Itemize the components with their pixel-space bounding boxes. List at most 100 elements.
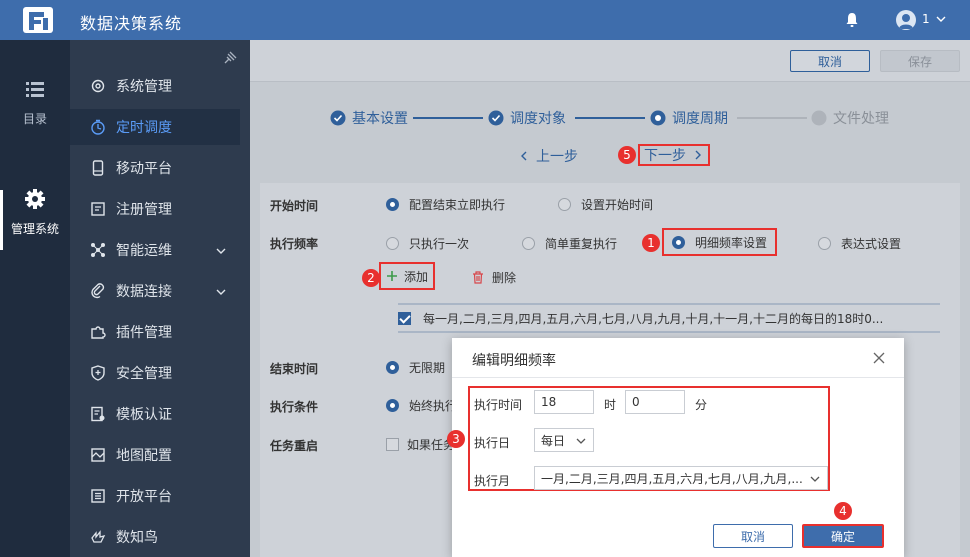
sidebar-item-open-platform[interactable]: 开放平台 — [70, 478, 240, 514]
checkbox-unchecked[interactable] — [386, 438, 399, 451]
exec-day-label: 执行日 — [474, 436, 511, 450]
annotation-badge-1: 1 — [642, 234, 660, 252]
toolbar: 取消 保存 — [250, 40, 970, 82]
restart-checkbox[interactable]: 如果任务 — [386, 436, 455, 453]
dialog-cancel-button[interactable]: 取消 — [713, 524, 793, 548]
radio-unchecked[interactable] — [386, 237, 399, 250]
rail-item-label: 目录 — [22, 112, 47, 126]
chevron-left-icon — [521, 151, 527, 161]
timer-icon — [91, 119, 105, 135]
rail-item-admin[interactable]: 管理系统 — [0, 188, 70, 237]
step-label: 调度对象 — [510, 111, 566, 127]
start-custom-radio[interactable]: 设置开始时间 — [558, 196, 653, 213]
mobile-icon — [92, 160, 104, 176]
step-period[interactable]: 调度周期 — [650, 108, 728, 128]
rule-checkbox[interactable] — [398, 311, 411, 325]
top-bar: 数据决策系统 1 — [0, 0, 970, 40]
sidebar-item-data-connection[interactable]: 数据连接 — [70, 273, 240, 309]
plus-icon — [387, 271, 397, 281]
day-select[interactable]: 每日 — [534, 428, 594, 452]
settings-icon — [91, 79, 105, 93]
sidebar-item-template[interactable]: 模板认证 — [70, 396, 240, 432]
end-unlimited-radio[interactable]: 无限期 — [386, 359, 445, 376]
sidebar-item-map[interactable]: 地图配置 — [70, 437, 240, 473]
chevron-down-icon[interactable] — [935, 13, 947, 25]
minute-unit: 分 — [695, 398, 708, 412]
chevron-right-icon — [695, 150, 701, 160]
sidebar-item-ops[interactable]: 智能运维 — [70, 232, 240, 268]
frequency-fields: 执行时间 18 时 0 分 执行日 每日 执行月 一月,二月,三月,四月,五月,… — [468, 386, 830, 491]
chevron-down-icon — [810, 476, 820, 482]
radio-checked[interactable] — [386, 399, 399, 412]
freq-simple-radio[interactable]: 简单重复执行 — [522, 235, 617, 252]
delete-button[interactable]: 删除 — [472, 269, 516, 286]
freq-expression-radio[interactable]: 表达式设置 — [818, 235, 901, 252]
sidebar-item-mobile[interactable]: 移动平台 — [70, 150, 240, 186]
sidebar-item-system[interactable]: 系统管理 — [70, 68, 240, 104]
sidebar-item-bird[interactable]: 数知鸟 — [70, 519, 240, 555]
hour-input[interactable]: 18 — [534, 390, 594, 414]
freq-once-radio[interactable]: 只执行一次 — [386, 235, 469, 252]
sidebar-item-label: 模板认证 — [116, 407, 172, 423]
sidebar-item-label: 系统管理 — [116, 79, 172, 95]
day-select-value: 每日 — [541, 433, 566, 448]
rule-text: 每一月,二月,三月,四月,五月,六月,七月,八月,九月,十月,十一月,十二月的每… — [423, 311, 884, 326]
pin-icon[interactable] — [223, 51, 237, 65]
rail-item-label: 管理系统 — [10, 222, 59, 236]
avatar[interactable] — [896, 10, 916, 30]
step-connector — [575, 117, 645, 119]
option-label: 始终执行 — [409, 399, 458, 413]
minute-input[interactable]: 0 — [625, 390, 685, 414]
frequency-rule-row[interactable]: 每一月,二月,三月,四月,五月,六月,七月,八月,九月,十月,十一月,十二月的每… — [398, 303, 940, 333]
radio-unchecked[interactable] — [818, 237, 831, 250]
pending-step-icon — [811, 110, 827, 126]
option-label: 设置开始时间 — [581, 198, 654, 212]
condition-always-radio[interactable]: 始终执行 — [386, 397, 457, 414]
start-time-label: 开始时间 — [270, 199, 319, 213]
sidebar-item-security[interactable]: 安全管理 — [70, 355, 240, 391]
step-basic[interactable]: 基本设置 — [330, 108, 408, 128]
radio-checked[interactable] — [386, 198, 399, 211]
step-label: 基本设置 — [352, 111, 408, 127]
step-object[interactable]: 调度对象 — [488, 108, 566, 128]
annotation-badge-5: 5 — [618, 146, 636, 164]
dialog-confirm-button[interactable]: 确定 — [802, 524, 884, 548]
radio-unchecked[interactable] — [558, 198, 571, 211]
radio-checked[interactable] — [386, 361, 399, 374]
register-icon — [91, 202, 105, 216]
sidebar-item-label: 安全管理 — [116, 366, 172, 382]
close-icon[interactable] — [872, 351, 886, 365]
hour-unit: 时 — [604, 398, 617, 412]
bell-icon[interactable] — [845, 12, 859, 28]
save-button[interactable]: 保存 — [880, 50, 960, 72]
current-step-icon — [650, 110, 666, 126]
sidebar-item-label: 定时调度 — [116, 120, 172, 136]
dialog-header: 编辑明细频率 — [452, 338, 904, 378]
step-file[interactable]: 文件处理 — [811, 108, 889, 128]
option-label: 无限期 — [409, 361, 446, 375]
prev-step-button[interactable]: 上一步 — [518, 146, 578, 166]
month-select[interactable]: 一月,二月,三月,四月,五月,六月,七月,八月,九月,... — [534, 466, 828, 490]
option-label: 配置结束立即执行 — [409, 198, 506, 212]
radio-checked[interactable] — [672, 235, 685, 249]
icon-rail: 目录 管理系统 — [0, 40, 70, 557]
edit-frequency-dialog: 编辑明细频率 执行时间 18 时 0 分 执行日 每日 执行月 一月,二月,三月… — [447, 338, 904, 557]
sidebar-item-register[interactable]: 注册管理 — [70, 191, 240, 227]
cancel-button[interactable]: 取消 — [790, 50, 870, 72]
shield-icon — [91, 365, 105, 381]
user-icon — [899, 14, 913, 29]
rail-item-catalog[interactable]: 目录 — [0, 78, 70, 127]
delete-label: 删除 — [492, 271, 517, 285]
start-immediate-radio[interactable]: 配置结束立即执行 — [386, 196, 505, 213]
freq-detail-radio[interactable]: 明细频率设置 — [662, 228, 778, 256]
stepper: 基本设置 调度对象 调度周期 文件处理 — [330, 108, 890, 128]
user-name[interactable]: 1 — [922, 12, 930, 26]
radio-unchecked[interactable] — [522, 237, 535, 250]
sidebar-item-label: 数知鸟 — [116, 530, 158, 546]
sidebar-item-schedule[interactable]: 定时调度 — [70, 109, 240, 145]
sidebar-item-label: 注册管理 — [116, 202, 172, 218]
sidebar-item-label: 地图配置 — [116, 448, 172, 464]
next-step-button[interactable]: 下一步 — [638, 144, 710, 166]
add-button[interactable]: 添加 — [379, 262, 436, 290]
sidebar-item-plugin[interactable]: 插件管理 — [70, 314, 240, 350]
